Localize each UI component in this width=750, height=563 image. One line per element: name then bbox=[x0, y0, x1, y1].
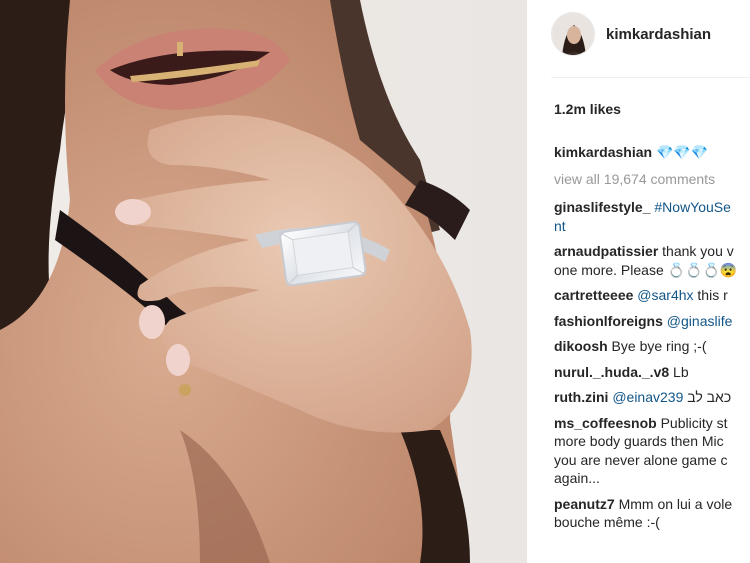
comment-text: more body guards then Mic bbox=[554, 433, 724, 449]
photo-image bbox=[0, 0, 527, 563]
comment-line: ginaslifestyle_ #NowYouSe bbox=[554, 198, 750, 217]
comment-mention[interactable]: #NowYouSe bbox=[651, 199, 731, 215]
comment-item: ginaslifestyle_ #NowYouSe nt bbox=[554, 198, 750, 235]
username-link[interactable]: kimkardashian bbox=[606, 26, 711, 43]
comment-username[interactable]: fashionlforeigns bbox=[554, 313, 663, 329]
comment-item: nurul._.huda._.v8 Lb bbox=[554, 363, 750, 382]
comment-line: one more. Please 💍💍💍😨 bbox=[554, 261, 750, 280]
comment-item: fashionlforeigns @ginaslife bbox=[554, 312, 750, 331]
comment-username[interactable]: dikoosh bbox=[554, 338, 608, 354]
comment-line: nt bbox=[554, 217, 750, 236]
view-all-comments-link[interactable]: view all 19,674 comments bbox=[554, 171, 715, 187]
comment-text: Mmm on lui a vole bbox=[614, 495, 733, 512]
comment-list: ginaslifestyle_ #NowYouSe nt arnaudpatissi… bbox=[554, 198, 750, 539]
comment-text: bouche même :-( bbox=[554, 514, 660, 530]
comment-mention[interactable]: @ginaslife bbox=[663, 313, 733, 329]
avatar-image bbox=[552, 13, 594, 55]
comment-line: again... bbox=[554, 469, 750, 488]
caption: kimkardashian 💎💎💎 bbox=[554, 144, 708, 161]
caption-username[interactable]: kimkardashian bbox=[554, 144, 652, 160]
comment-text: this r bbox=[693, 287, 728, 303]
comment-text: again... bbox=[554, 470, 600, 486]
comment-spacer bbox=[554, 532, 750, 539]
comment-spacer bbox=[554, 407, 750, 414]
comment-text: כאב לב bbox=[683, 389, 732, 405]
comment-spacer bbox=[554, 381, 750, 388]
comment-item: ms_coffeesnob Publicity st more body guar… bbox=[554, 414, 750, 488]
comment-text: one more. Please 💍💍💍😨 bbox=[554, 261, 738, 278]
comment-line: you are never alone game c bbox=[554, 451, 750, 470]
avatar[interactable] bbox=[551, 12, 595, 56]
comment-spacer bbox=[554, 279, 750, 286]
comment-item: dikoosh Bye bye ring ;-( bbox=[554, 337, 750, 356]
comment-text: Publicity st bbox=[656, 414, 728, 431]
comment-text: thank you v bbox=[658, 243, 734, 259]
comment-username[interactable]: ms_coffeesnob bbox=[554, 415, 657, 431]
post-sidebar: kimkardashian 1.2m likes kimkardashian 💎… bbox=[527, 0, 750, 563]
comment-spacer bbox=[554, 356, 750, 363]
header-divider bbox=[551, 77, 750, 78]
comment-line: dikoosh Bye bye ring ;-( bbox=[554, 337, 750, 356]
comment-spacer bbox=[554, 330, 750, 337]
likes-count[interactable]: 1.2m likes bbox=[554, 101, 621, 117]
comment-item: cartretteeee @sar4hx this r bbox=[554, 286, 750, 305]
comment-spacer bbox=[554, 235, 750, 242]
comment-line: bouche même :-( bbox=[554, 513, 750, 532]
comment-line: peanutz7 Mmm on lui a vole bbox=[554, 495, 750, 514]
comment-username[interactable]: ginaslifestyle_ bbox=[554, 199, 651, 215]
comment-mention[interactable]: @sar4hx bbox=[633, 287, 693, 303]
comment-item: arnaudpatissier thank you v one more. Ple… bbox=[554, 242, 750, 279]
comment-username[interactable]: peanutz7 bbox=[554, 496, 615, 512]
comment-text: Lb bbox=[669, 363, 689, 380]
comment-line: more body guards then Mic bbox=[554, 432, 750, 451]
comment-username[interactable]: arnaudpatissier bbox=[554, 243, 658, 259]
comment-mention[interactable]: nt bbox=[554, 218, 566, 234]
comment-line: fashionlforeigns @ginaslife bbox=[554, 312, 750, 331]
caption-text: 💎💎💎 bbox=[655, 144, 709, 160]
post-header: kimkardashian bbox=[551, 12, 711, 56]
comment-username[interactable]: nurul._.huda._.v8 bbox=[554, 364, 669, 380]
comment-line: ruth.zini @einav239 כאב לב bbox=[554, 388, 750, 407]
comment-line: nurul._.huda._.v8 Lb bbox=[554, 363, 750, 382]
comment-line: ms_coffeesnob Publicity st bbox=[554, 414, 750, 433]
comment-mention[interactable]: @einav239 bbox=[608, 389, 683, 405]
comment-text: you are never alone game c bbox=[554, 451, 728, 468]
comment-username[interactable]: cartretteeee bbox=[554, 287, 633, 303]
comment-username[interactable]: ruth.zini bbox=[554, 389, 608, 405]
comment-item: ruth.zini @einav239 כאב לב bbox=[554, 388, 750, 407]
comment-line: arnaudpatissier thank you v bbox=[554, 242, 750, 261]
comment-spacer bbox=[554, 488, 750, 495]
comment-item: peanutz7 Mmm on lui a vole bouche même :-… bbox=[554, 495, 750, 532]
comment-line: cartretteeee @sar4hx this r bbox=[554, 286, 750, 305]
comment-text: Bye bye ring ;-( bbox=[607, 338, 707, 354]
comment-spacer bbox=[554, 305, 750, 312]
post-photo[interactable] bbox=[0, 0, 527, 563]
